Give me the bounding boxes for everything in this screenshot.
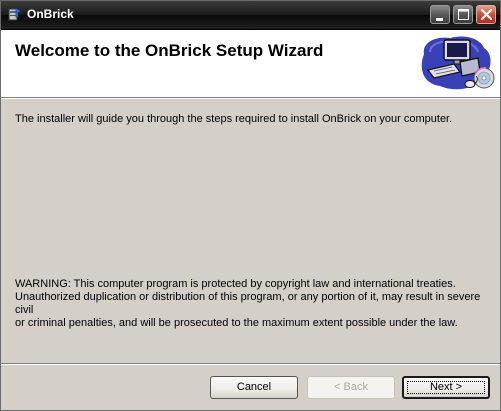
page-title: Welcome to the OnBrick Setup Wizard	[15, 41, 324, 60]
close-button[interactable]	[476, 5, 496, 24]
warning-line: or criminal penalties, and will be prose…	[15, 317, 458, 329]
window-title: OnBrick	[27, 7, 74, 21]
copyright-warning: WARNING: This computer program is protec…	[15, 278, 495, 330]
header-separator	[1, 97, 500, 99]
intro-text: The installer will guide you through the…	[15, 113, 453, 125]
back-button[interactable]: < Back	[307, 376, 395, 399]
next-button[interactable]: Next >	[402, 376, 490, 399]
warning-line: Unauthorized duplication or distribution…	[15, 291, 481, 316]
next-button-label: Next >	[429, 381, 463, 393]
minimize-button[interactable]	[430, 5, 450, 24]
maximize-icon	[458, 9, 469, 20]
title-bar[interactable]: OnBrick	[1, 1, 500, 30]
maximize-button[interactable]	[453, 5, 473, 24]
minimize-icon	[436, 18, 443, 21]
warning-line: WARNING: This computer program is protec…	[15, 278, 456, 290]
installer-icon	[8, 7, 23, 21]
cancel-button[interactable]: Cancel	[210, 376, 298, 399]
computer-setup-icon	[421, 36, 495, 90]
setup-wizard-window: OnBrick Welcome to the OnBrick Setup Wiz…	[0, 0, 501, 411]
back-button-label: < Back	[334, 381, 368, 393]
wizard-header: Welcome to the OnBrick Setup Wizard	[1, 30, 500, 97]
cancel-button-label: Cancel	[236, 381, 272, 393]
footer-separator	[1, 363, 500, 365]
close-icon	[480, 8, 493, 21]
